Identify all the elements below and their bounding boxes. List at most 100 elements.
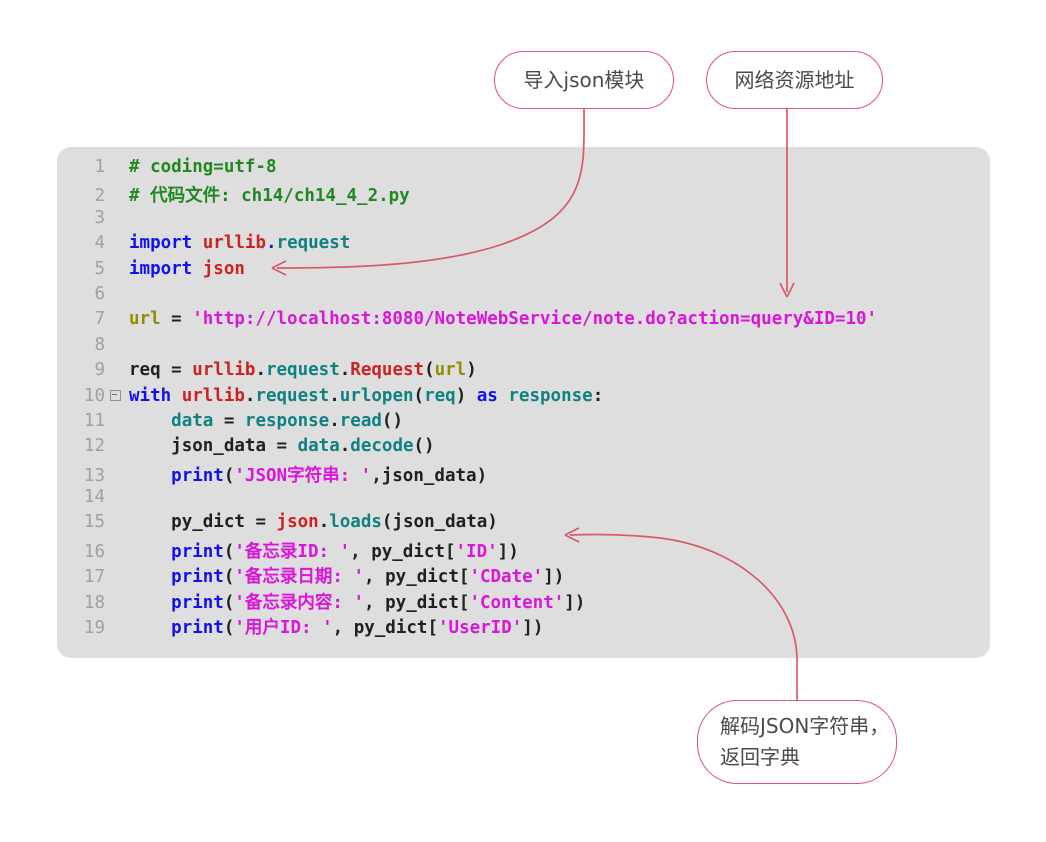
- line-number: 14: [83, 487, 105, 508]
- code-token: =: [244, 512, 277, 533]
- code-token: ,: [364, 567, 386, 588]
- code-token: req: [424, 385, 456, 406]
- code-line-text: with urllib.request.urlopen(req) as resp…: [123, 386, 990, 406]
- code-token: as: [476, 385, 498, 406]
- code-token: '用户ID: ': [234, 618, 333, 639]
- line-number: 5: [94, 258, 105, 279]
- line-number: 18: [83, 592, 105, 613]
- code-token: request: [276, 233, 351, 254]
- code-token: # coding=utf-8: [129, 157, 277, 177]
- code-line-text: print('JSON字符串: ',json_data): [123, 462, 990, 487]
- code-line: 4 import urllib.request: [57, 233, 990, 258]
- code-line: 17 print('备忘录日期: ', py_dict['CDate']): [57, 563, 990, 588]
- code-token: ): [487, 512, 498, 533]
- code-token: (: [381, 512, 393, 533]
- code-token: =: [213, 410, 245, 431]
- code-token: .: [339, 436, 351, 457]
- code-token: ): [466, 360, 477, 381]
- callout-network-url-text: 网络资源地址: [734, 67, 855, 92]
- code-line: 16 print('备忘录ID: ', py_dict['ID']): [57, 538, 990, 563]
- line-number: 12: [83, 436, 105, 457]
- code-token: json_data: [392, 512, 488, 533]
- code-token: urllib: [192, 360, 256, 381]
- code-line: 10 with urllib.request.urlopen(req) as re…: [57, 386, 990, 411]
- code-token: py_dict: [171, 512, 245, 533]
- code-token: (): [381, 410, 403, 431]
- callout-decode-json-line2: 返回字典: [720, 745, 800, 769]
- code-token: json: [202, 258, 245, 279]
- code-token: .: [329, 385, 340, 406]
- line-number: 19: [83, 618, 105, 639]
- code-token: ]): [543, 567, 565, 588]
- code-token: 'Content': [469, 592, 565, 613]
- code-line-text: json_data = data.decode(): [123, 436, 990, 456]
- code-line-text: py_dict = json.loads(json_data): [123, 512, 990, 532]
- code-token: urlopen: [339, 385, 414, 406]
- code-line-text: url = 'http://localhost:8080/NoteWebServ…: [123, 309, 990, 329]
- code-line: 15 py_dict = json.loads(json_data): [57, 512, 990, 537]
- code-token: ,: [371, 465, 382, 486]
- line-number: 17: [83, 567, 105, 588]
- code-token: '备忘录内容: ': [234, 592, 365, 613]
- code-token: (: [413, 385, 425, 406]
- code-token: .: [244, 385, 256, 406]
- code-fold-toggle-icon[interactable]: [107, 389, 123, 401]
- line-number: 8: [94, 334, 105, 355]
- code-token: print: [171, 465, 224, 486]
- line-number: 4: [94, 233, 105, 254]
- code-token: =: [265, 436, 298, 457]
- code-token: .: [265, 233, 277, 254]
- code-token: with: [129, 385, 182, 406]
- code-token: :: [592, 385, 604, 406]
- code-line: 11 data = response.read(): [57, 411, 990, 436]
- code-token: url: [129, 309, 161, 330]
- code-token: .: [329, 410, 340, 431]
- line-number: 11: [83, 410, 105, 431]
- callout-network-url: 网络资源地址: [706, 51, 883, 109]
- code-line: 6: [57, 284, 990, 309]
- code-token: py_dict: [385, 567, 459, 588]
- code-token: decode: [350, 436, 414, 457]
- line-number: 16: [83, 541, 105, 562]
- line-number: 6: [94, 283, 105, 304]
- code-token: response: [244, 410, 330, 431]
- code-line: 2 # 代码文件: ch14/ch14_4_2.py: [57, 182, 990, 207]
- code-line: 5 import json: [57, 259, 990, 284]
- code-token: json_data: [171, 436, 266, 457]
- code-token: (: [223, 567, 235, 588]
- line-number: 9: [94, 360, 105, 381]
- line-number: 15: [83, 512, 105, 533]
- code-token: py_dict: [371, 541, 445, 562]
- line-number: 1: [94, 157, 105, 177]
- code-block[interactable]: 1 # coding=utf-8 2 # 代码文件: ch14/ch14_4_2.py…: [57, 147, 990, 658]
- code-token: req: [129, 360, 161, 381]
- code-token: request: [255, 385, 330, 406]
- code-token: '备忘录ID: ': [234, 541, 351, 562]
- code-token: loads: [329, 512, 382, 533]
- code-line: 12 json_data = data.decode(): [57, 436, 990, 461]
- code-token: json_data: [381, 465, 477, 486]
- code-token: print: [171, 618, 224, 639]
- code-token: Request: [350, 360, 425, 381]
- code-token: ,: [332, 618, 354, 639]
- line-number: 2: [94, 186, 105, 207]
- callout-decode-json-line1: 解码JSON字符串，: [720, 714, 890, 738]
- code-token: ]): [522, 618, 544, 639]
- code-line-text: print('用户ID: ', py_dict['UserID']): [123, 614, 990, 639]
- code-token: .: [318, 512, 330, 533]
- code-token: # 代码文件: ch14/ch14_4_2.py: [129, 186, 410, 207]
- callout-import-json: 导入json模块: [494, 51, 674, 109]
- code-token: urllib: [202, 233, 266, 254]
- callout-import-json-text: 导入json模块: [523, 67, 645, 92]
- code-line-text: # 代码文件: ch14/ch14_4_2.py: [123, 182, 990, 207]
- code-token: 'ID': [455, 541, 498, 562]
- code-line: 3: [57, 208, 990, 233]
- code-line: 18 print('备忘录内容: ', py_dict['Content']): [57, 589, 990, 614]
